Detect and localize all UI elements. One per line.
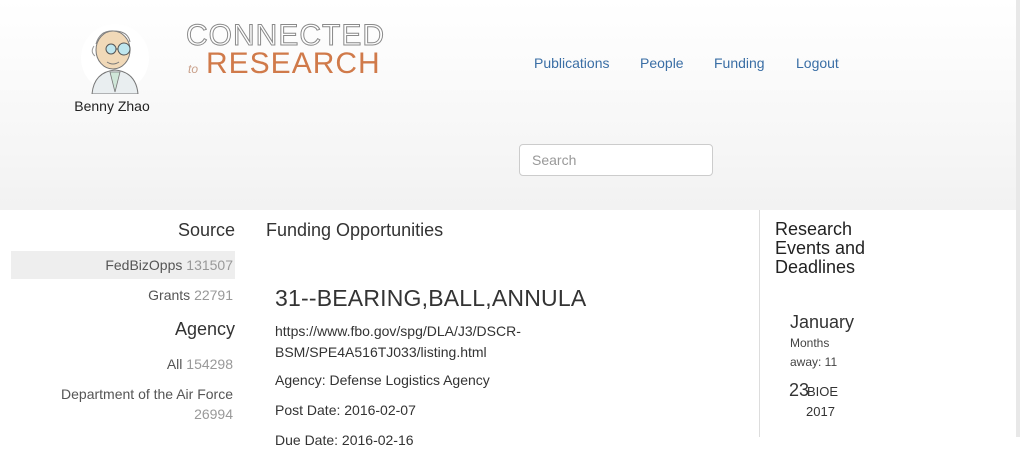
user-avatar[interactable] <box>80 22 150 95</box>
source-heading: Source <box>177 220 235 240</box>
opportunity-agency: Agency: Defense Logistics Agency <box>275 372 490 388</box>
facet-count: 154298 <box>186 356 233 372</box>
months-away: Months away: 11 <box>790 336 838 369</box>
scrollbar[interactable] <box>1016 0 1020 437</box>
nav-logout[interactable]: Logout <box>796 55 839 71</box>
funding-opportunities-title: Funding Opportunities <box>266 220 444 240</box>
nav-publications[interactable]: Publications <box>534 55 610 71</box>
event-tag[interactable]: BIOE <box>807 384 838 399</box>
source-filter-grants[interactable]: Grants 22791 <box>11 285 235 305</box>
column-divider <box>759 210 760 437</box>
logo-to-text: to <box>188 62 199 76</box>
nav-funding[interactable]: Funding <box>714 55 765 71</box>
facet-label: All <box>166 356 183 372</box>
event-year: 2017 <box>806 404 835 419</box>
events-title: Research Events and Deadlines <box>775 219 866 277</box>
facet-count: 131507 <box>186 257 233 273</box>
facet-label: Department of the Air Force <box>61 386 233 402</box>
search-input[interactable] <box>519 144 713 176</box>
agency-filter-air-force[interactable]: Department of the Air Force 26994 <box>11 384 235 424</box>
facet-label: Grants <box>148 287 191 303</box>
nav-people[interactable]: People <box>640 55 684 71</box>
opportunity-post-date: Post Date: 2016-02-07 <box>275 402 416 418</box>
opportunity-url-line2: BSM/SPE4A516TJ033/listing.html <box>275 344 487 360</box>
agency-heading: Agency <box>174 319 235 339</box>
opportunity-url-line1: https://www.fbo.gov/spg/DLA/J3/DSCR- <box>275 323 521 339</box>
event-month: January <box>790 312 855 332</box>
professor-avatar-icon <box>81 24 149 95</box>
source-filter-fedbizopps[interactable]: FedBizOpps 131507 <box>11 251 235 279</box>
agency-filter-all[interactable]: All 154298 <box>11 354 235 374</box>
opportunity-title[interactable]: 31--BEARING,BALL,ANNULA <box>275 285 586 312</box>
facet-count: 26994 <box>194 406 233 422</box>
opportunity-url[interactable]: https://www.fbo.gov/spg/DLA/J3/DSCR- BSM… <box>275 321 521 363</box>
facet-count: 22791 <box>194 287 233 303</box>
logo-bottom-text: RESEARCH <box>206 47 381 80</box>
connected-to-research-logo[interactable]: CONNECTED to RESEARCH <box>185 19 396 80</box>
facet-label: FedBizOpps <box>105 257 183 273</box>
opportunity-due-date: Due Date: 2016-02-16 <box>275 432 414 448</box>
user-name: Benny Zhao <box>74 98 150 114</box>
